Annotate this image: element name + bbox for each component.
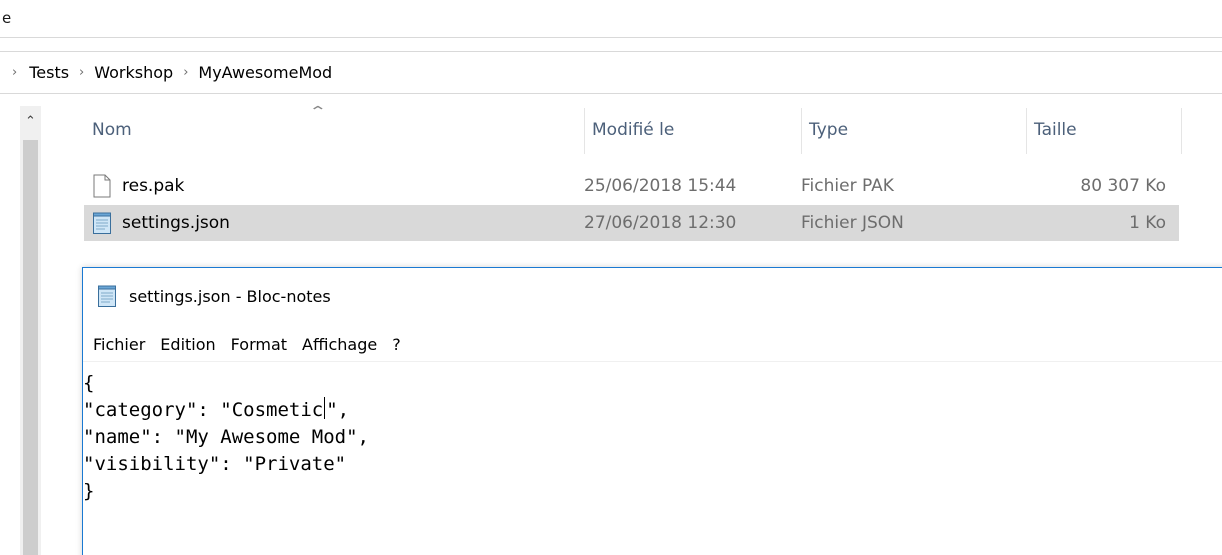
chevron-right-icon[interactable]: › [173,65,198,80]
notepad-title-bar[interactable]: settings.json - Bloc-notes [83,268,1222,324]
column-header-name[interactable]: Nom [84,106,584,154]
column-header-size[interactable]: Taille [1026,106,1181,154]
scrollbar-thumb[interactable] [23,140,38,555]
file-name: res.pak [122,176,185,196]
breadcrumb-myawesomemod[interactable]: MyAwesomeMod [198,63,332,82]
menu-affichage[interactable]: Affichage [302,335,377,354]
file-name-cell: settings.json [92,205,230,241]
column-header-type-label: Type [809,120,849,140]
content-line-2b: ", [326,399,350,421]
column-header-name-label: Nom [92,120,132,140]
notepad-title: settings.json - Bloc-notes [129,286,331,306]
chevron-right-icon[interactable]: › [0,65,29,80]
notepad-menu-bar: Fichier Edition Format Affichage ? [83,330,1222,358]
notepad-app-icon [97,284,117,308]
breadcrumb-workshop[interactable]: Workshop [94,63,173,82]
content-line-1: { [83,372,95,394]
column-header-modified-label: Modifié le [592,120,675,140]
file-type: Fichier JSON [801,213,904,233]
chevron-right-icon[interactable]: › [69,65,94,80]
content-line-3: "name": "My Awesome Mod", [83,426,369,448]
file-row[interactable]: res.pak 25/06/2018 15:44 Fichier PAK 80 … [84,168,1179,204]
scroll-up-arrow-icon[interactable]: ⌃ [21,112,40,132]
ribbon-area: e [0,0,1222,37]
file-row-selected[interactable]: settings.json 27/06/2018 12:30 Fichier J… [84,205,1179,241]
file-name-cell: res.pak [92,168,184,204]
menu-fichier[interactable]: Fichier [93,335,145,354]
content-line-4: "visibility": "Private" [83,453,347,475]
breadcrumb: › Tests › Workshop › MyAwesomeMod [0,52,1222,92]
column-header-modified[interactable]: Modifié le [584,106,801,154]
notepad-content: { "category": "Cosmetic ", "name": "My Aw… [83,370,369,505]
ribbon-divider [0,37,1222,38]
column-header-size-label: Taille [1034,120,1077,140]
notepad-file-icon [92,211,112,235]
menu-help[interactable]: ? [392,335,401,354]
content-line-2a: "category": "Cosmetic [83,399,324,421]
content-line-5: } [83,480,95,502]
file-size: 80 307 Ko [1080,176,1166,196]
column-divider[interactable] [1181,108,1182,154]
notepad-text-area[interactable]: { "category": "Cosmetic ", "name": "My Aw… [83,362,1222,555]
breadcrumb-tests[interactable]: Tests [29,63,69,82]
file-modified: 27/06/2018 12:30 [584,213,737,233]
blank-file-icon [92,174,112,198]
menu-format[interactable]: Format [231,335,287,354]
file-name: settings.json [122,213,230,233]
file-type: Fichier PAK [801,176,894,196]
column-header-type[interactable]: Type [801,106,1026,154]
address-bottom-divider [0,93,1222,94]
file-modified: 25/06/2018 15:44 [584,176,737,196]
menu-edition[interactable]: Edition [160,335,215,354]
ribbon-cut-text: e [2,9,12,27]
file-size: 1 Ko [1129,213,1166,233]
notepad-window[interactable]: settings.json - Bloc-notes Fichier Editi… [82,267,1222,555]
